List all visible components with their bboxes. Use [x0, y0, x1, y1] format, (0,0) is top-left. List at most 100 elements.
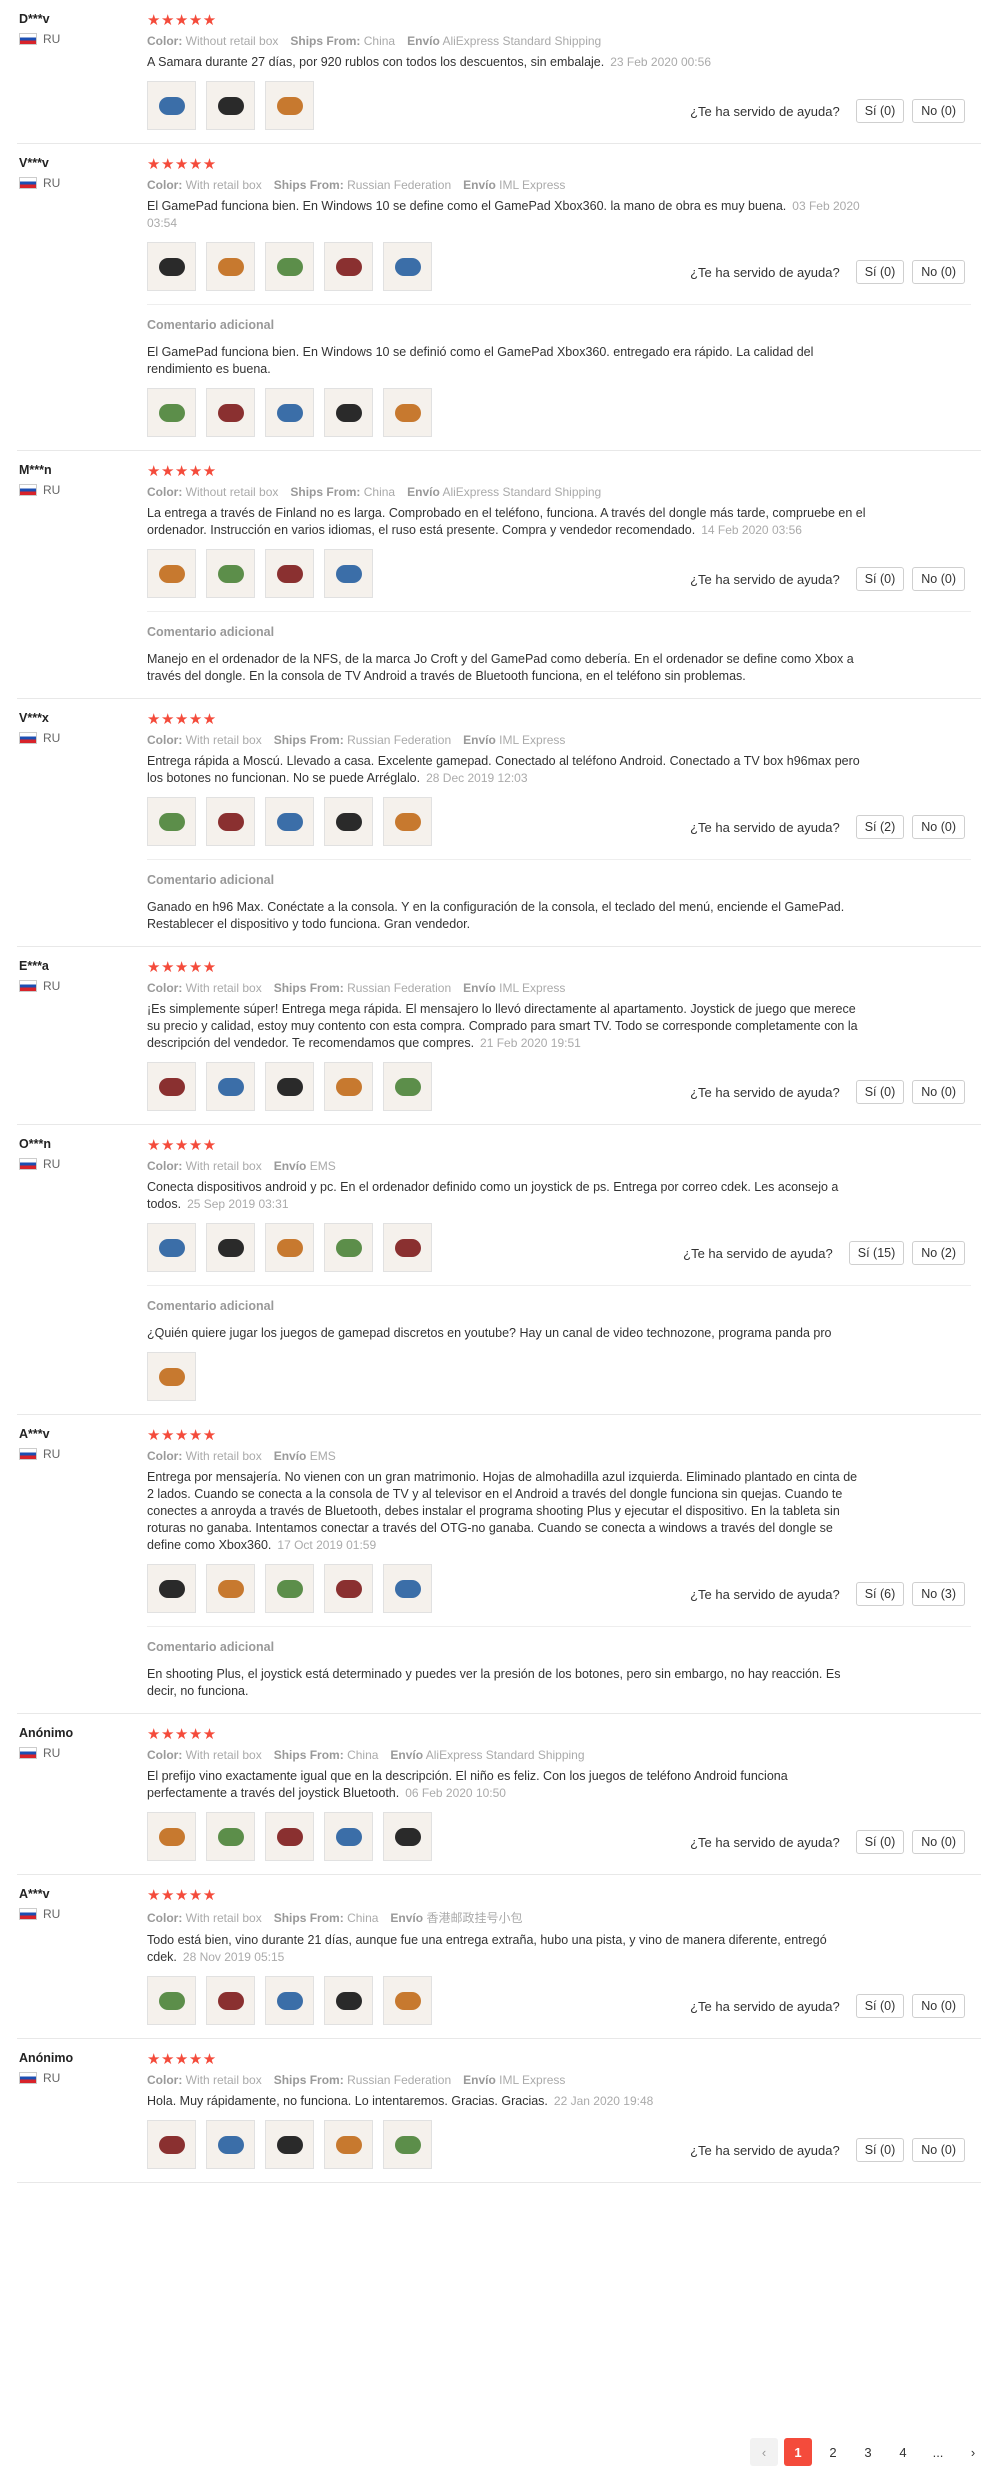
review-photo[interactable] [265, 1223, 314, 1272]
review-photo[interactable] [324, 1564, 373, 1613]
review-photo[interactable] [265, 1062, 314, 1111]
review-photo[interactable] [383, 1223, 432, 1272]
color-attribute: Color: With retail box [147, 178, 262, 192]
gamepad-thumbnail-icon [276, 403, 303, 422]
review-photo[interactable] [206, 1564, 255, 1613]
vote-yes-button[interactable]: Sí (15) [848, 1241, 905, 1265]
review-photo[interactable] [206, 2120, 255, 2169]
vote-yes-button[interactable]: Sí (0) [855, 1994, 905, 2018]
review-photo[interactable] [206, 1062, 255, 1111]
gamepad-thumbnail-icon [276, 96, 303, 115]
reviewer-name: A***v [19, 1427, 50, 1441]
review-photo[interactable] [324, 242, 373, 291]
review-photo[interactable] [147, 1223, 196, 1272]
vote-no-button[interactable]: No (0) [912, 815, 965, 839]
review-photo[interactable] [324, 1812, 373, 1861]
review-photo[interactable] [324, 549, 373, 598]
reviewer-info: V***v RU [19, 156, 149, 190]
review-photo[interactable] [206, 1223, 255, 1272]
review-photo[interactable] [265, 388, 314, 437]
vote-yes-button[interactable]: Sí (0) [855, 99, 905, 123]
review-photo[interactable] [383, 2120, 432, 2169]
vote-no-button[interactable]: No (0) [912, 1994, 965, 2018]
envio-label: Envío [273, 1159, 307, 1173]
review-photo[interactable] [147, 1812, 196, 1861]
review-item: E***a RU ★★★★★ Color: With retail box Ships … [17, 947, 981, 1125]
vote-no-button[interactable]: No (0) [912, 99, 965, 123]
review-photo[interactable] [324, 388, 373, 437]
review-photo[interactable] [265, 549, 314, 598]
next-page-button[interactable]: › [959, 2438, 987, 2466]
page-4-button[interactable]: 4 [889, 2438, 917, 2466]
review-photo[interactable] [324, 1062, 373, 1111]
vote-yes-button[interactable]: Sí (2) [855, 815, 905, 839]
review-photo[interactable] [265, 797, 314, 846]
review-photo[interactable] [206, 1812, 255, 1861]
reviewer-name: M***n [19, 463, 52, 477]
review-text: El prefijo vino exactamente igual que en… [147, 1768, 867, 1802]
review-photo[interactable] [147, 797, 196, 846]
gamepad-thumbnail-icon [335, 1827, 362, 1846]
review-photo[interactable] [206, 81, 255, 130]
envio-value: IML Express [499, 981, 566, 995]
vote-yes-button[interactable]: Sí (0) [855, 2138, 905, 2162]
review-photo[interactable] [206, 797, 255, 846]
review-photo[interactable] [147, 549, 196, 598]
helpful-question: ¿Te ha servido de ayuda? [690, 1834, 840, 1850]
review-photo[interactable] [147, 81, 196, 130]
gamepad-thumbnail-icon [217, 1238, 244, 1257]
gamepad-thumbnail-icon [394, 1991, 421, 2010]
review-photo[interactable] [265, 2120, 314, 2169]
vote-yes-button[interactable]: Sí (0) [855, 1080, 905, 1104]
review-photo[interactable] [265, 1812, 314, 1861]
review-photo[interactable] [383, 388, 432, 437]
review-photo[interactable] [383, 1564, 432, 1613]
review-photo[interactable] [324, 1976, 373, 2025]
vote-no-button[interactable]: No (0) [912, 1830, 965, 1854]
vote-no-button[interactable]: No (0) [912, 2138, 965, 2162]
review-photo[interactable] [206, 1976, 255, 2025]
review-photo[interactable] [147, 388, 196, 437]
review-photo[interactable] [324, 1223, 373, 1272]
page-1-button[interactable]: 1 [784, 2438, 812, 2466]
review-photo[interactable] [265, 242, 314, 291]
vote-yes-button[interactable]: Sí (0) [855, 567, 905, 591]
review-photo[interactable] [147, 1976, 196, 2025]
review-photo[interactable] [147, 1352, 196, 1401]
envio-value: AliExpress Standard Shipping [425, 1748, 585, 1762]
vote-no-button[interactable]: No (0) [912, 260, 965, 284]
vote-no-button[interactable]: No (0) [912, 567, 965, 591]
review-photo[interactable] [265, 81, 314, 130]
gamepad-thumbnail-icon [158, 1077, 185, 1096]
additional-comment-text: ¿Quién quiere jugar los juegos de gamepa… [147, 1326, 832, 1340]
review-photo[interactable] [383, 1812, 432, 1861]
review-photo[interactable] [324, 797, 373, 846]
review-photo[interactable] [383, 1062, 432, 1111]
review-photo[interactable] [206, 388, 255, 437]
vote-yes-button[interactable]: Sí (0) [855, 1830, 905, 1854]
page-3-button[interactable]: 3 [854, 2438, 882, 2466]
review-photo[interactable] [324, 2120, 373, 2169]
prev-page-button[interactable]: ‹ [750, 2438, 778, 2466]
ships-value: China [363, 485, 396, 499]
review-photo[interactable] [383, 242, 432, 291]
vote-yes-button[interactable]: Sí (6) [855, 1582, 905, 1606]
review-text: Entrega rápida a Moscú. Llevado a casa. … [147, 753, 867, 787]
review-photo[interactable] [147, 242, 196, 291]
reviewer-country: RU [19, 483, 149, 497]
review-photo[interactable] [147, 1062, 196, 1111]
reviewer-info: V***x RU [19, 711, 149, 745]
page-2-button[interactable]: 2 [819, 2438, 847, 2466]
review-photo[interactable] [383, 797, 432, 846]
review-photo[interactable] [147, 1564, 196, 1613]
review-photo[interactable] [383, 1976, 432, 2025]
review-photo[interactable] [147, 2120, 196, 2169]
review-photo[interactable] [206, 242, 255, 291]
review-photo[interactable] [206, 549, 255, 598]
vote-yes-button[interactable]: Sí (0) [855, 260, 905, 284]
vote-no-button[interactable]: No (3) [912, 1582, 965, 1606]
vote-no-button[interactable]: No (0) [912, 1080, 965, 1104]
review-photo[interactable] [265, 1976, 314, 2025]
vote-no-button[interactable]: No (2) [912, 1241, 965, 1265]
review-photo[interactable] [265, 1564, 314, 1613]
